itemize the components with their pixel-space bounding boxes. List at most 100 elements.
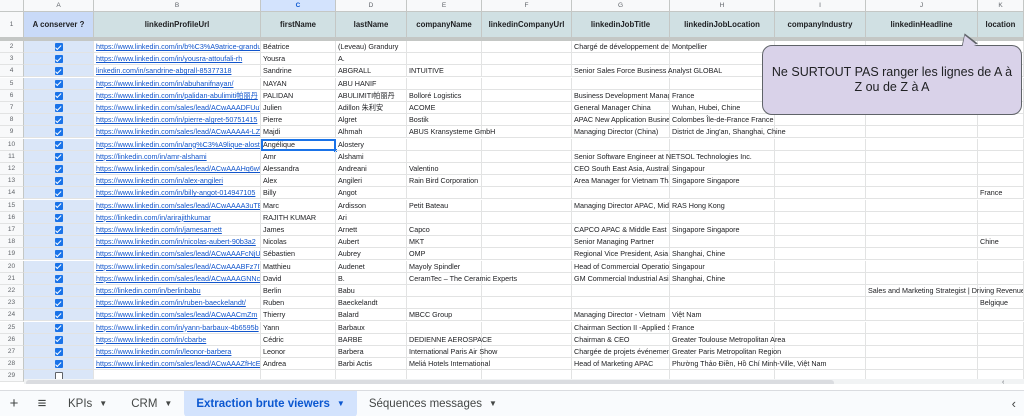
table-cell[interactable]: Montpellier [670,41,775,53]
table-cell[interactable]: Aubert [336,236,407,249]
table-cell[interactable]: MBCC Group [407,309,482,322]
table-cell[interactable]: linkedin.com/in/sandrine-abgrall-8537731… [94,65,261,78]
row-number[interactable]: 7 [0,102,24,114]
checkbox-checked-icon[interactable] [54,67,63,76]
table-cell[interactable]: https://www.linkedin.com/sales/lead/ACwA… [94,248,261,261]
table-cell[interactable]: CeramTec – The Ceramic Experts [407,272,517,285]
keep-checkbox-cell[interactable] [24,163,94,175]
header-cell[interactable]: firstName [261,12,336,38]
caret-down-icon[interactable]: ▼ [489,399,497,408]
table-cell[interactable] [482,333,572,346]
table-cell[interactable]: (Leveau) Grandury [336,41,407,53]
table-cell[interactable] [407,77,482,90]
table-cell[interactable]: Alshami [336,150,407,163]
table-cell[interactable]: Meliá Hotels International [407,358,490,371]
column-header-h[interactable]: H [670,0,775,12]
table-cell[interactable]: PALIDAN [261,89,336,102]
table-cell[interactable] [866,224,978,236]
table-cell[interactable]: Barbera [336,346,407,358]
table-cell[interactable]: Greater Paris Metropolitan Region [670,346,781,358]
menu-icon[interactable]: ≡ [28,391,56,416]
table-cell[interactable] [866,236,978,249]
row-number[interactable]: 18 [0,236,24,249]
caret-down-icon[interactable]: ▼ [337,399,345,408]
table-cell[interactable]: https://www.linkedin.com/in/yousra-attou… [94,53,261,66]
table-cell[interactable]: ABU HANIF [336,77,407,90]
table-cell[interactable] [407,150,482,163]
table-cell[interactable]: Angot [336,187,407,200]
keep-checkbox-cell[interactable] [24,150,94,163]
row-number[interactable]: 19 [0,248,24,261]
table-cell[interactable] [978,163,1024,175]
table-cell[interactable] [775,175,866,188]
table-cell[interactable] [482,102,572,114]
table-cell[interactable]: Marc [261,199,336,212]
table-cell[interactable] [866,358,978,371]
table-cell[interactable] [407,41,482,53]
spreadsheet-grid[interactable]: ABCDEFGHIJK 1A conserver ? linkedinProfil… [0,0,1024,384]
table-cell[interactable] [482,309,572,322]
keep-checkbox-cell[interactable] [24,260,94,273]
table-cell[interactable] [866,211,978,224]
table-cell[interactable]: https://www.linkedin.com/in/leonor-barbe… [94,346,261,358]
table-cell[interactable]: Angileri [336,175,407,188]
row-number[interactable]: 25 [0,321,24,334]
table-cell[interactable] [775,211,866,224]
table-cell[interactable]: BARBE [336,333,407,346]
caret-down-icon[interactable]: ▼ [164,399,172,408]
checkbox-checked-icon[interactable] [54,274,63,283]
table-cell[interactable]: https://www.linkedin.com/in/nicolas-aube… [94,236,261,249]
checkbox-checked-icon[interactable] [54,104,63,112]
table-cell[interactable]: Managing Director (China) [572,126,670,139]
table-cell[interactable] [482,53,572,66]
header-cell[interactable]: A conserver ? [24,12,94,38]
table-cell[interactable]: Business Development Manager [572,89,670,102]
sheet-tab[interactable]: Extraction brute viewers ▼ [184,390,357,416]
table-cell[interactable]: https://www.linkedin.com/in/yann-barbaux… [94,321,261,334]
table-cell[interactable] [482,346,572,358]
keep-checkbox-cell[interactable] [24,102,94,114]
table-cell[interactable]: Leonor [261,346,336,358]
table-cell[interactable]: Ruben [261,297,336,310]
keep-checkbox-cell[interactable] [24,346,94,358]
scrollbar-thumb[interactable] [26,380,834,384]
table-cell[interactable] [978,248,1024,261]
table-cell[interactable]: International Paris Air Show [407,346,497,358]
table-cell[interactable]: Belgique [978,297,1024,310]
row-number[interactable]: 15 [0,199,24,212]
table-cell[interactable] [866,333,978,346]
table-cell[interactable]: DEDIENNE AEROSPACE [407,333,492,346]
table-cell[interactable] [482,321,572,334]
row-number[interactable]: 4 [0,65,24,78]
sheet-tab[interactable]: Séquences messages ▼ [357,391,509,416]
table-cell[interactable] [670,150,775,163]
table-cell[interactable] [775,309,866,322]
table-cell[interactable] [775,150,866,163]
keep-checkbox-cell[interactable] [24,297,94,310]
table-cell[interactable]: https://www.linkedin.com/sales/lead/ACwA… [94,163,261,175]
table-cell[interactable]: https://www.linkedin.com/in/jamesarnett [94,224,261,236]
table-cell[interactable]: Senior Managing Partner [572,236,670,249]
row-number[interactable]: 22 [0,285,24,297]
row-number[interactable]: 21 [0,272,24,285]
checkbox-checked-icon[interactable] [54,311,63,320]
table-cell[interactable]: ABUS Kransysteme GmbH [407,126,495,139]
table-cell[interactable]: Adillon 朱利安 [336,102,407,114]
table-cell[interactable] [866,346,978,358]
table-cell[interactable]: Béatrice [261,41,336,53]
column-header-c[interactable]: C [261,0,336,12]
table-cell[interactable]: A. [336,53,407,66]
plus-icon[interactable]: + [0,391,28,416]
table-cell[interactable] [482,65,572,78]
checkbox-checked-icon[interactable] [54,128,63,137]
table-cell[interactable] [670,138,775,151]
table-cell[interactable] [866,187,978,200]
checkbox-checked-icon[interactable] [54,299,63,308]
row-number[interactable]: 2 [0,41,24,53]
table-cell[interactable] [670,211,775,224]
checkbox-checked-icon[interactable] [54,79,63,88]
table-cell[interactable]: Colombes Île-de-France France [670,114,775,127]
table-cell[interactable]: https://www.linkedin.com/in/abuhanifnaya… [94,77,261,90]
table-cell[interactable]: APAC New Application Business [572,114,670,127]
table-cell[interactable] [866,297,978,310]
